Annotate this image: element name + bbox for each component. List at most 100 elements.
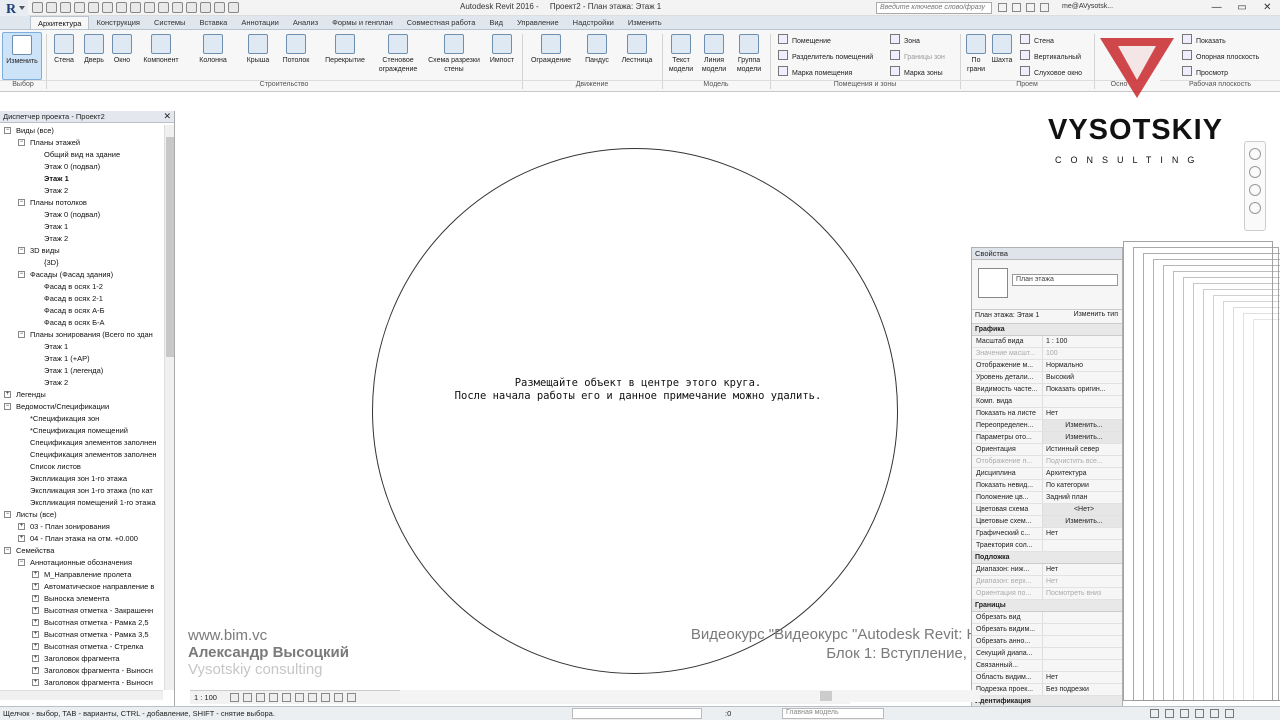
tree-node[interactable]: *Спецификация помещений (0, 425, 163, 437)
open-icon[interactable] (32, 2, 43, 13)
tree-node[interactable]: Этаж 0 (подвал) (0, 161, 163, 173)
tree-node[interactable]: − Фасады (Фасад здания) (0, 269, 163, 281)
tree-node[interactable]: − Семейства (0, 545, 163, 557)
tree-node[interactable]: + M_Направление пролета (0, 569, 163, 581)
property-value[interactable]: По категории (1042, 480, 1122, 491)
tree-node[interactable]: Фасад в осях 2-1 (0, 293, 163, 305)
tree-node[interactable]: + Легенды (0, 389, 163, 401)
collapse-icon[interactable]: − (18, 559, 25, 566)
tab-7[interactable]: Совместная работа (400, 16, 483, 29)
property-edit-button[interactable]: Изменить... (1042, 432, 1122, 443)
expand-icon[interactable]: + (32, 583, 39, 590)
properties-header[interactable]: Свойства (972, 248, 1122, 260)
favorites-icon[interactable] (1040, 3, 1049, 12)
tree-node[interactable]: Список листов (0, 461, 163, 473)
tree-node[interactable]: − Листы (все) (0, 509, 163, 521)
property-category[interactable]: Границы (972, 600, 1122, 612)
tree-node[interactable]: + Заголовок фрагмента - Выносн (0, 665, 163, 677)
analytical-model-icon[interactable] (334, 693, 343, 702)
expand-icon[interactable]: + (32, 619, 39, 626)
viewer-button[interactable]: Просмотр (1182, 66, 1228, 77)
tree-node[interactable]: Общий вид на здание (0, 149, 163, 161)
3d-view-icon[interactable] (172, 2, 183, 13)
tree-node[interactable]: Экспликация зон 1-го этажа (по кат (0, 485, 163, 497)
tab-0[interactable]: Архитектура (30, 16, 90, 29)
door-button[interactable]: Дверь (80, 32, 108, 80)
show-work-plane-button[interactable]: Показать (1182, 34, 1226, 45)
filter-icon[interactable] (1225, 709, 1234, 718)
tree-node[interactable]: − Планы этажей (0, 137, 163, 149)
tree-node[interactable]: + Автоматическое направление в (0, 581, 163, 593)
close-button[interactable]: ✕ (1255, 0, 1280, 16)
orbit-icon[interactable] (1249, 202, 1261, 214)
window-button[interactable]: Окно (109, 32, 135, 80)
property-value[interactable] (1042, 624, 1122, 635)
ceiling-button[interactable]: Потолок (278, 32, 314, 80)
detail-level-icon[interactable] (230, 693, 239, 702)
property-value[interactable] (1042, 660, 1122, 671)
curtain-grid-button[interactable]: Схема разрезки стены (424, 32, 484, 80)
property-value[interactable]: Показать оригин... (1042, 384, 1122, 395)
tree-node[interactable]: Этаж 1 (+АР) (0, 353, 163, 365)
tree-node[interactable]: Спецификация элементов заполнен (0, 449, 163, 461)
tree-node[interactable]: + Высотная отметка - Стрелка (0, 641, 163, 653)
expand-icon[interactable]: + (4, 391, 11, 398)
shaft-button[interactable]: Шахта (990, 32, 1014, 80)
tree-node[interactable]: + Высотная отметка - Закрашенн (0, 605, 163, 617)
wall-button[interactable]: Стена (50, 32, 78, 80)
print-icon[interactable] (102, 2, 113, 13)
tree-node[interactable]: {3D} (0, 257, 163, 269)
tree-node[interactable]: *Спецификация зон (0, 413, 163, 425)
component-button[interactable]: Компонент (138, 32, 184, 80)
expand-icon[interactable]: + (32, 643, 39, 650)
group-select[interactable]: Выбор (0, 80, 46, 91)
property-value[interactable] (1042, 612, 1122, 623)
property-category[interactable]: Графика (972, 324, 1122, 336)
room-tag-button[interactable]: Марка помещения (778, 66, 852, 77)
expand-icon[interactable]: + (32, 679, 39, 686)
select-underlay-icon[interactable] (1165, 709, 1174, 718)
stair-button[interactable]: Лестница (616, 32, 658, 80)
property-value[interactable]: Высокий (1042, 372, 1122, 383)
tree-node[interactable]: +03 - План зонирования (0, 521, 163, 533)
tree-node[interactable]: + Заголовок фрагмента (0, 653, 163, 665)
tree-node[interactable]: − Планы зонирования (Всего по здан (0, 329, 163, 341)
drag-elements-icon[interactable] (1210, 709, 1219, 718)
placement-note[interactable]: Размещайте объект в центре этого круга. … (398, 377, 878, 403)
tree-node[interactable]: Фасад в осях А-Б (0, 305, 163, 317)
tab-10[interactable]: Надстройки (566, 16, 621, 29)
tree-node[interactable]: −3D виды (0, 245, 163, 257)
tree-node[interactable]: Этаж 1 (легенда) (0, 365, 163, 377)
close-icon[interactable]: ✕ (163, 111, 171, 122)
collapse-icon[interactable]: − (4, 403, 11, 410)
properties-filter[interactable]: План этажа: Этаж 1 Изменить тип (972, 310, 1122, 324)
reveal-hidden-icon[interactable] (321, 693, 330, 702)
property-value[interactable]: Нет (1042, 672, 1122, 683)
dimension-icon[interactable] (130, 2, 141, 13)
property-value[interactable]: Архитектура (1042, 468, 1122, 479)
dormer-button[interactable]: Слуховое окно (1020, 66, 1082, 77)
tree-node[interactable]: − Аннотационные обозначения (0, 557, 163, 569)
collapse-icon[interactable]: − (18, 247, 25, 254)
text-icon[interactable] (158, 2, 169, 13)
maximize-button[interactable]: ▭ (1229, 0, 1254, 16)
revit-logo-icon[interactable]: R (0, 0, 28, 16)
tree-node[interactable]: Экспликация зон 1-го этажа (0, 473, 163, 485)
tree-node[interactable]: + Высотная отметка - Рамка 3,5 (0, 629, 163, 641)
placement-circle[interactable] (372, 148, 898, 674)
search-icon[interactable] (998, 3, 1007, 12)
section-icon[interactable] (186, 2, 197, 13)
tab-1[interactable]: Конструкция (89, 16, 147, 29)
wall-opening-button[interactable]: Стена (1020, 34, 1054, 45)
property-value[interactable]: 100 (1042, 348, 1122, 359)
undo-icon[interactable] (74, 2, 85, 13)
property-edit-button[interactable]: <Нет> (1042, 504, 1122, 515)
show-crop-icon[interactable] (295, 693, 304, 702)
user-account[interactable]: me@AVysotsk... (1062, 3, 1113, 10)
minimize-button[interactable]: — (1204, 0, 1229, 16)
property-value[interactable]: Истинный север (1042, 444, 1122, 455)
tree-node[interactable]: Этаж 1 (0, 221, 163, 233)
column-button[interactable]: Колонна (194, 32, 232, 80)
area-boundary-button[interactable]: Границы зон (890, 50, 945, 61)
property-value[interactable]: Нет (1042, 576, 1122, 587)
